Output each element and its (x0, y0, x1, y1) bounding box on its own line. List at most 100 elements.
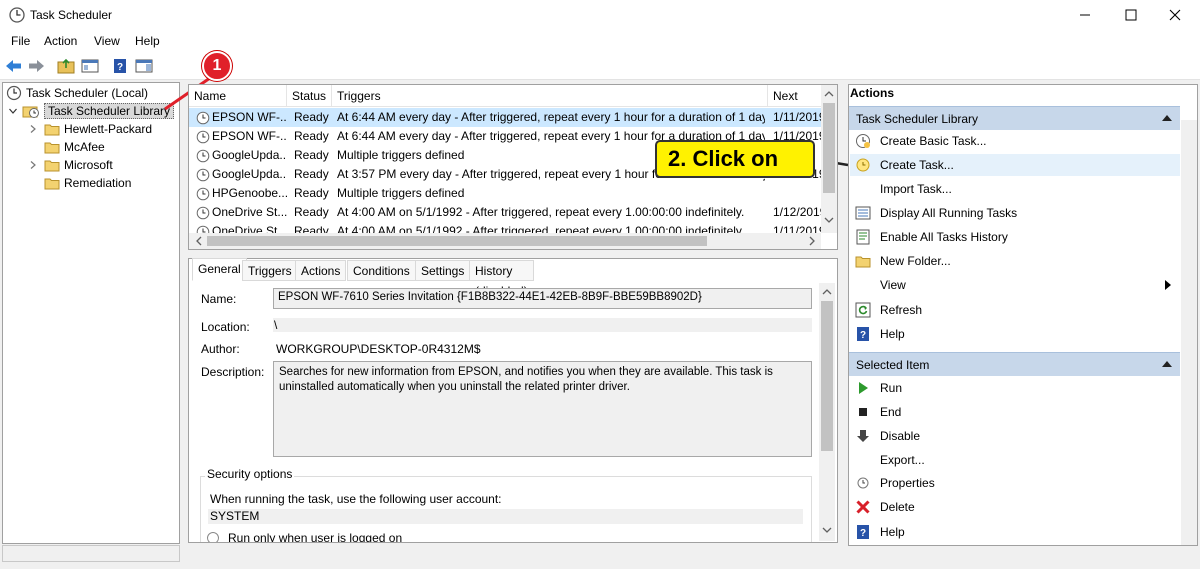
tab-triggers[interactable]: Triggers (242, 260, 298, 281)
menu-file[interactable]: File (11, 34, 30, 48)
folder-icon (44, 124, 60, 136)
action-display-running-tasks[interactable]: Display All Running Tasks (850, 202, 1180, 224)
tab-conditions[interactable]: Conditions (347, 260, 416, 281)
tree-item-library[interactable]: Task Scheduler Library (8, 102, 175, 120)
tab-actions[interactable]: Actions (295, 260, 347, 281)
action-new-folder[interactable]: New Folder... (850, 250, 1180, 272)
task-row[interactable]: HPGenoobe... Ready Multiple triggers defin… (189, 184, 821, 203)
status-bar (0, 563, 1200, 569)
tree-library-label: Task Scheduler Library (44, 103, 175, 119)
minimize-button[interactable] (1062, 0, 1108, 30)
tree-folder-label: Microsoft (64, 158, 113, 172)
action-create-task[interactable]: Create Task... (850, 154, 1180, 176)
column-header-name[interactable]: Name (189, 85, 287, 107)
task-next-run-cell: 1/11/2019 (773, 110, 821, 124)
action-label: New Folder... (880, 254, 951, 268)
tree-item-remediation[interactable]: Remediation (44, 174, 131, 192)
menu-action[interactable]: Action (44, 34, 77, 48)
scroll-thumb[interactable] (821, 301, 833, 451)
section-selected-item[interactable]: Selected Item (849, 352, 1180, 376)
action-label: Import Task... (880, 182, 952, 196)
tree-item-mcafee[interactable]: McAfee (44, 138, 105, 156)
close-button[interactable] (1152, 0, 1198, 30)
section-task-scheduler-library[interactable]: Task Scheduler Library (849, 106, 1180, 130)
back-button[interactable] (4, 56, 24, 76)
svg-text:?: ? (860, 528, 866, 539)
column-header-next-run[interactable]: Next Run (768, 85, 821, 125)
maximize-icon (1125, 9, 1137, 21)
tree-item-hewlett-packard[interactable]: Hewlett-Packard (29, 120, 152, 138)
action-refresh[interactable]: Refresh (850, 299, 1180, 321)
minimize-icon (1080, 14, 1090, 16)
task-list-vertical-scrollbar[interactable] (821, 85, 837, 233)
action-pane-icon (135, 59, 153, 73)
action-delete[interactable]: Delete (850, 496, 1180, 518)
action-export[interactable]: Export... (850, 449, 1180, 471)
show-action-pane-button[interactable] (134, 56, 154, 76)
tab-general[interactable]: General (192, 258, 247, 281)
folder-icon (44, 142, 60, 154)
menu-help[interactable]: Help (135, 34, 160, 48)
maximize-button[interactable] (1108, 0, 1154, 30)
show-hide-console-button[interactable] (80, 56, 100, 76)
tab-settings[interactable]: Settings (415, 260, 471, 281)
action-disable[interactable]: Disable (850, 425, 1180, 447)
task-status-cell: Ready (294, 205, 329, 219)
task-name-cell: HPGenoobe... (212, 186, 287, 200)
action-help[interactable]: ? Help (850, 323, 1180, 345)
action-label: Properties (880, 476, 935, 490)
action-help-selected[interactable]: ? Help (850, 521, 1180, 543)
action-end[interactable]: End (850, 401, 1180, 423)
description-label: Description: (201, 365, 265, 379)
menu-view[interactable]: View (94, 34, 120, 48)
tree-root[interactable]: Task Scheduler (Local) (6, 84, 148, 102)
action-create-basic-task[interactable]: Create Basic Task... (850, 130, 1180, 152)
task-list-horizontal-scrollbar[interactable] (189, 233, 821, 249)
import-icon (855, 181, 871, 197)
folder-icon (44, 178, 60, 190)
task-status-cell: Ready (294, 148, 329, 162)
task-next-run-cell (773, 184, 821, 203)
security-options-title: Security options (205, 467, 295, 481)
task-row[interactable]: EPSON WF-... Ready At 6:44 AM every day - … (189, 108, 821, 127)
action-view[interactable]: View (850, 274, 1180, 296)
run-option-radio[interactable] (207, 532, 219, 542)
security-account-field[interactable]: SYSTEM (208, 509, 803, 524)
details-vertical-scrollbar[interactable] (819, 283, 835, 541)
location-field[interactable]: \ (273, 318, 812, 332)
actions-pane-title: Actions (850, 86, 895, 100)
tree-horizontal-scrollbar[interactable] (2, 545, 180, 562)
action-import-task[interactable]: Import Task... (850, 178, 1180, 200)
scroll-left-icon (196, 236, 202, 246)
close-icon (1169, 9, 1181, 21)
task-status-cell: Ready (294, 186, 329, 200)
up-folder-button[interactable] (56, 56, 76, 76)
folder-up-icon (57, 58, 75, 74)
help-toolbar-button[interactable]: ? (110, 56, 130, 76)
create-task-icon (855, 157, 871, 173)
action-enable-history[interactable]: Enable All Tasks History (850, 226, 1180, 248)
author-field[interactable]: WORKGROUP\DESKTOP-0R4312M$ (276, 342, 481, 356)
column-header-triggers[interactable]: Triggers (332, 85, 768, 107)
tree-item-microsoft[interactable]: Microsoft (29, 156, 113, 174)
scroll-thumb[interactable] (207, 236, 707, 246)
name-field[interactable]: EPSON WF-7610 Series Invitation {F1B8B32… (273, 288, 812, 309)
run-option-row: Run only when user is logged on (190, 531, 818, 542)
disable-icon (855, 428, 871, 444)
section-title: Task Scheduler Library (856, 112, 979, 126)
forward-button[interactable] (26, 56, 46, 76)
tab-history[interactable]: History (disabled) (469, 260, 534, 298)
section-title: Selected Item (856, 358, 930, 372)
task-name-cell: EPSON WF-... (212, 129, 287, 143)
task-row[interactable]: OneDrive St... Ready At 4:00 AM on 5/1/199… (189, 203, 821, 222)
action-label: Create Basic Task... (880, 134, 987, 148)
location-label: Location: (201, 320, 250, 334)
action-properties[interactable]: Properties (850, 472, 1180, 494)
actions-vertical-scrollbar[interactable] (1181, 120, 1197, 545)
column-header-status[interactable]: Status (287, 85, 332, 107)
task-name-cell: OneDrive St... (212, 205, 287, 219)
description-field[interactable]: Searches for new information from EPSON,… (273, 361, 812, 457)
action-run[interactable]: Run (850, 377, 1180, 399)
scroll-thumb[interactable] (823, 103, 835, 193)
refresh-icon (855, 302, 871, 318)
